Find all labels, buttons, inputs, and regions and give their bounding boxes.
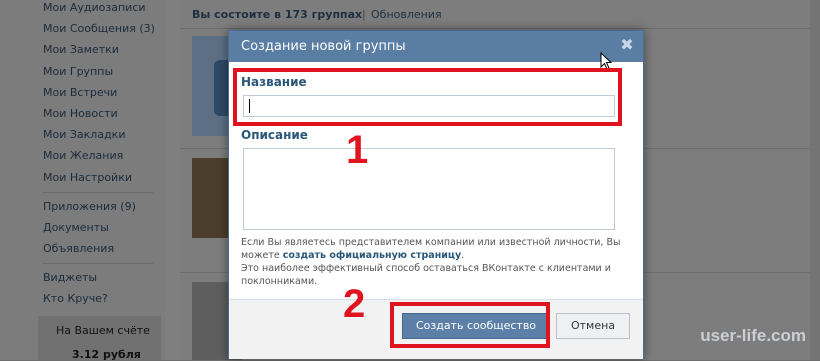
create-official-page-link[interactable]: создать официальную страницу [283,250,461,261]
close-icon[interactable]: ✖ [619,37,635,53]
menu-divider [43,192,153,193]
menu-item-notes[interactable]: Мои Заметки [43,42,119,58]
balance-box: На Вашем счёте 3.12 рубля [38,316,161,361]
annotation-box-name [233,68,622,126]
official-page-hint: Если Вы являетесь представителем компани… [241,236,631,288]
annotation-number-1: 1 [346,128,369,172]
menu-item-documents[interactable]: Документы [43,220,109,236]
balance-label: На Вашем счёте [56,324,150,337]
dialog-title: Создание новой группы [241,39,406,54]
groups-count-tab[interactable]: Вы состоите в 173 группах [192,8,362,21]
menu-item-apps[interactable]: Приложения (9) [43,199,136,215]
annotation-box-create [390,302,550,348]
description-label: Описание [241,128,308,142]
menu-item-settings[interactable]: Мои Настройки [43,170,132,186]
updates-tab[interactable]: Обновления [371,8,442,21]
menu-item-events[interactable]: Мои Встречи [43,85,117,101]
menu-item-wishes[interactable]: Мои Желания [43,148,123,164]
description-textarea[interactable] [243,148,615,230]
scrollbar-track[interactable] [810,0,820,360]
annotation-number-2: 2 [343,282,366,326]
menu-divider [43,263,153,264]
menu-item-messages[interactable]: Мои Сообщения (3) [43,21,155,37]
watermark: user-life.com [700,326,806,345]
menu-item-bookmarks[interactable]: Мои Закладки [43,127,125,143]
balance-value: 3.12 рубля [72,348,141,361]
hint-text-2: Это наиболее эффективный способ оставать… [241,263,611,287]
left-menu: Мои Аудиозаписи Мои Сообщения (3) Мои За… [0,0,165,361]
menu-item-widgets[interactable]: Виджеты [43,270,97,286]
cancel-button[interactable]: Отмена [556,313,630,339]
menu-item-audio[interactable]: Мои Аудиозаписи [43,0,146,16]
menu-item-who-cooler[interactable]: Кто Круче? [43,291,108,307]
dialog-header: Создание новой группы ✖ [229,31,643,62]
header-separator: | [362,8,366,21]
hint-period: . [461,250,465,261]
groups-header: Вы состоите в 173 группах | Обновления [180,0,820,29]
menu-item-news[interactable]: Мои Новости [43,106,118,122]
menu-item-ads[interactable]: Объявления [43,241,114,257]
menu-item-groups[interactable]: Мои Группы [43,64,113,80]
